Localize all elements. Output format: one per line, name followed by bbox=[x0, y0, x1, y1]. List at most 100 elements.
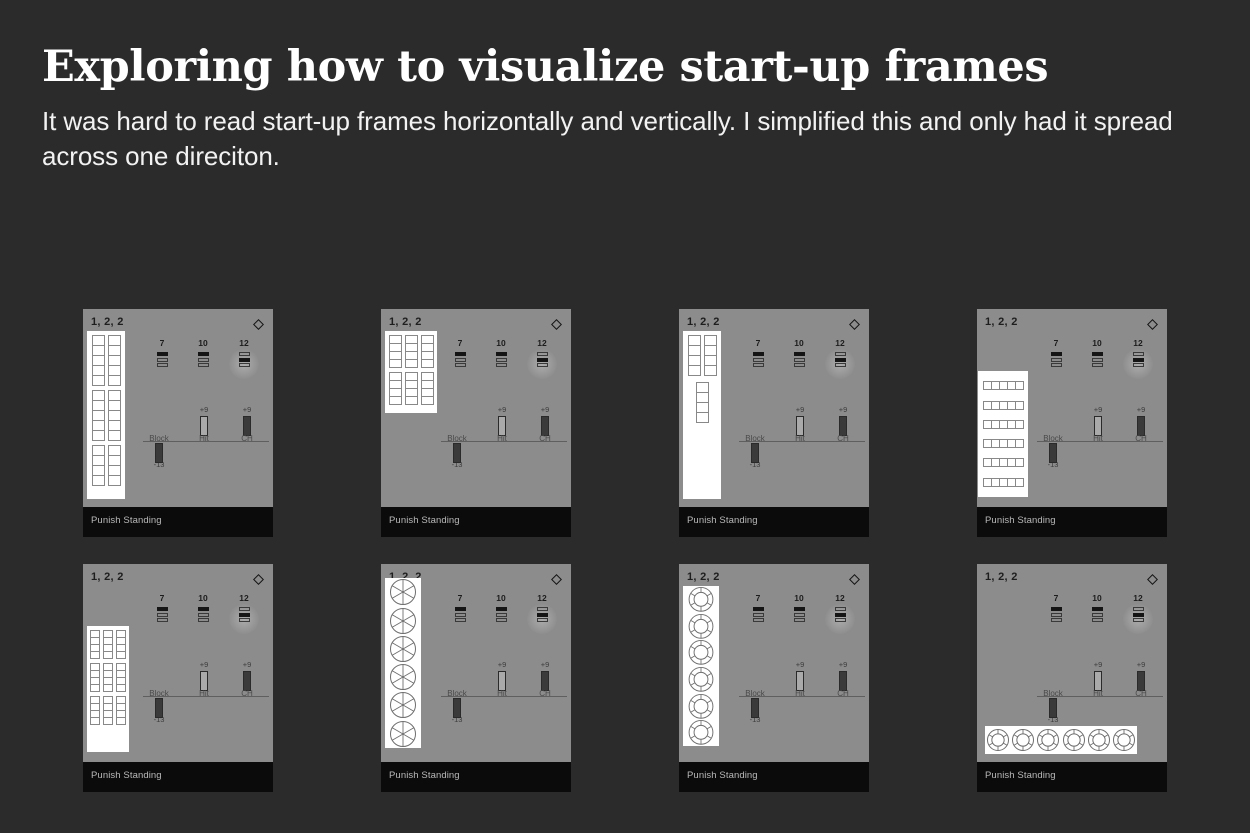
diamond-icon-wrap[interactable] bbox=[1147, 572, 1158, 585]
viz-inner bbox=[385, 335, 437, 405]
axis-bar bbox=[243, 416, 251, 436]
meter-segment bbox=[1050, 357, 1062, 362]
meter-10[interactable]: 10 bbox=[484, 593, 518, 624]
axis-bar bbox=[839, 671, 847, 691]
diamond-icon-wrap[interactable] bbox=[849, 572, 860, 585]
meter-7[interactable]: 7 bbox=[741, 593, 775, 624]
meter-segments bbox=[1091, 607, 1103, 622]
meter-10[interactable]: 10 bbox=[186, 338, 220, 369]
card-1[interactable]: 1, 2, 2 7 10 12 -13 Block +9 Hit +9 CH Punish Stan… bbox=[83, 309, 273, 537]
meter-7[interactable]: 7 bbox=[1039, 593, 1073, 624]
frame-column bbox=[116, 630, 126, 725]
card-3[interactable]: 1, 2, 2 7 10 12 -13 Block +9 Hit +9 CH Punish Stan… bbox=[679, 309, 869, 537]
meter-segment bbox=[454, 363, 466, 367]
card-body: 1, 2, 2 7 10 12 -13 Block +9 Hit +9 CH bbox=[679, 309, 869, 507]
meter-7[interactable]: 7 bbox=[145, 593, 179, 624]
meter-7[interactable]: 7 bbox=[443, 338, 477, 369]
axis-value: +9 bbox=[497, 405, 507, 414]
meter-10[interactable]: 10 bbox=[782, 338, 816, 369]
meter-segment bbox=[238, 607, 250, 611]
axis-bar bbox=[243, 671, 251, 691]
meter-7[interactable]: 7 bbox=[443, 593, 477, 624]
meter-12[interactable]: 12 bbox=[525, 338, 559, 379]
meter-10[interactable]: 10 bbox=[1080, 338, 1114, 369]
meter-segment bbox=[1132, 618, 1144, 622]
meter-segments bbox=[454, 352, 466, 367]
frame-wheel-icon bbox=[390, 664, 416, 691]
card-footer: Punish Standing bbox=[381, 507, 571, 537]
meter-label: 12 bbox=[835, 338, 845, 348]
meter-segment bbox=[238, 352, 250, 356]
meter-segment bbox=[197, 618, 209, 622]
frame-group bbox=[404, 372, 418, 405]
axis-value: +9 bbox=[1136, 660, 1146, 669]
card-4[interactable]: 1, 2, 2 7 10 12 -13 Block +9 Hit +9 CH Punish Stan… bbox=[977, 309, 1167, 537]
meter-12[interactable]: 12 bbox=[823, 593, 857, 634]
frame-cell bbox=[1014, 439, 1024, 449]
meter-7[interactable]: 7 bbox=[741, 338, 775, 369]
meter-segment bbox=[793, 352, 805, 356]
frame-donut-icon bbox=[688, 720, 714, 746]
meter-12[interactable]: 12 bbox=[227, 338, 261, 379]
axis-bar bbox=[1094, 671, 1102, 691]
meter-segment bbox=[752, 352, 764, 356]
meter-10[interactable]: 10 bbox=[186, 593, 220, 624]
frame-wheel-icon bbox=[390, 607, 416, 634]
axis-value: +9 bbox=[242, 405, 252, 414]
meter-segments bbox=[197, 607, 209, 622]
axis-name: Hit bbox=[497, 434, 507, 443]
meter-segment bbox=[1091, 357, 1103, 362]
card-8[interactable]: 1, 2, 2 7 10 12 -13 Block +9 Hit +9 CH Punish Stan… bbox=[977, 564, 1167, 792]
meter-12[interactable]: 12 bbox=[1121, 338, 1155, 379]
card-2[interactable]: 1, 2, 2 7 10 12 -13 Block +9 Hit +9 CH Punish Stan… bbox=[381, 309, 571, 537]
card-5[interactable]: 1, 2, 2 7 10 12 -13 Block +9 Hit +9 CH Punish Stan… bbox=[83, 564, 273, 792]
diamond-icon-wrap[interactable] bbox=[253, 572, 264, 585]
frame-donuts-horizontal bbox=[985, 726, 1137, 754]
frame-column bbox=[103, 630, 113, 725]
frame-group bbox=[107, 445, 121, 486]
meter-10[interactable]: 10 bbox=[1080, 593, 1114, 624]
meter-segment bbox=[197, 607, 209, 611]
diamond-icon-wrap[interactable] bbox=[551, 317, 562, 330]
meter-10[interactable]: 10 bbox=[782, 593, 816, 624]
diamond-icon-wrap[interactable] bbox=[253, 317, 264, 330]
frame-group bbox=[91, 390, 105, 441]
card-title: 1, 2, 2 bbox=[389, 316, 422, 328]
diamond-icon bbox=[551, 574, 562, 585]
meter-7[interactable]: 7 bbox=[1039, 338, 1073, 369]
meter-segment bbox=[834, 363, 846, 367]
frame-cell bbox=[1014, 419, 1024, 429]
diamond-icon-wrap[interactable] bbox=[1147, 317, 1158, 330]
meter-12[interactable]: 12 bbox=[823, 338, 857, 379]
meter-12[interactable]: 12 bbox=[227, 593, 261, 634]
diamond-icon-wrap[interactable] bbox=[551, 572, 562, 585]
frame-grid-three-columns-grouped bbox=[87, 626, 129, 752]
frame-donut-icon bbox=[1112, 729, 1135, 751]
frame-group bbox=[404, 335, 418, 368]
axis-name: Block bbox=[1043, 689, 1063, 698]
meter-label: 7 bbox=[159, 338, 165, 348]
card-body: 1, 2, 2 7 10 12 -13 Block +9 Hit +9 CH bbox=[977, 564, 1167, 762]
frame-column bbox=[404, 335, 418, 405]
meter-segment bbox=[454, 612, 466, 617]
card-7[interactable]: 1, 2, 2 7 10 12 -13 Block +9 Hit +9 CH Punish Stan… bbox=[679, 564, 869, 792]
meter-segment bbox=[536, 612, 548, 617]
meter-segment bbox=[1132, 357, 1144, 362]
meter-7[interactable]: 7 bbox=[145, 338, 179, 369]
meter-12[interactable]: 12 bbox=[525, 593, 559, 634]
card-6[interactable]: 1, 2, 2 7 10 12 -13 Block +9 Hit +9 CH Punish Stan… bbox=[381, 564, 571, 792]
frame-group bbox=[116, 696, 126, 725]
card-body: 1, 2, 2 7 10 12 -13 Block +9 Hit +9 CH bbox=[381, 564, 571, 762]
diamond-icon-wrap[interactable] bbox=[849, 317, 860, 330]
frame-cell bbox=[103, 684, 113, 692]
axis-value: +9 bbox=[795, 405, 805, 414]
meter-segment bbox=[454, 357, 466, 362]
meter-segment bbox=[1050, 363, 1062, 367]
meter-10[interactable]: 10 bbox=[484, 338, 518, 369]
meter-12[interactable]: 12 bbox=[1121, 593, 1155, 634]
meter-segment bbox=[454, 607, 466, 611]
frame-column bbox=[107, 335, 121, 486]
meters-row: 7 10 12 bbox=[739, 338, 867, 380]
card-footer-label: Punish Standing bbox=[985, 770, 1056, 781]
frame-cell bbox=[91, 375, 105, 386]
